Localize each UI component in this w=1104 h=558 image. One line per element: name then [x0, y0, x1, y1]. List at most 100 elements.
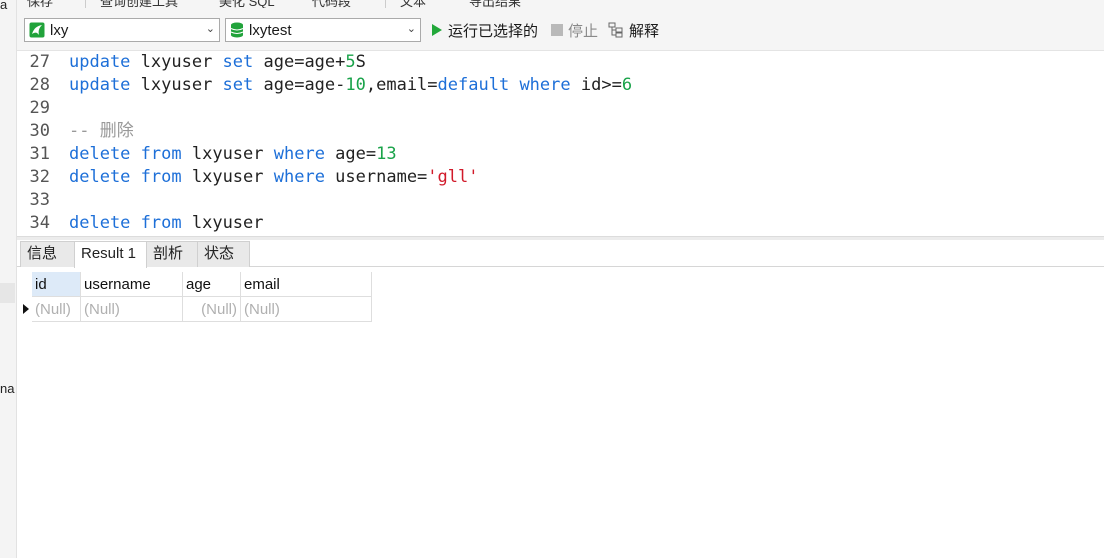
code-token-num: 13 — [376, 144, 397, 164]
line-number: 34 — [29, 213, 50, 233]
sql-editor[interactable]: 27 update lxyuser set age=age+5S 28 update … — [17, 51, 1104, 236]
tree-text-fragment: na — [0, 381, 15, 396]
code-line[interactable]: 32 delete from lxyuser where username='gl… — [17, 166, 479, 189]
code-line[interactable]: 34 delete from lxyuser — [17, 212, 264, 235]
code-token-kw: set — [222, 52, 254, 72]
run-selected-label: 运行已选择的 — [448, 22, 539, 40]
row-pointer-icon — [23, 304, 29, 314]
code-line[interactable]: 31 delete from lxyuser where age=13 — [17, 143, 397, 166]
code-line[interactable]: 30 -- 删除 — [17, 120, 134, 143]
chevron-down-icon: ⌄ — [406, 23, 416, 35]
beautify-sql-button[interactable]: 美化 SQL — [219, 0, 275, 8]
mysql-connection-icon — [29, 22, 45, 38]
current-row-indicator — [19, 297, 32, 322]
toolbar-divider — [85, 0, 86, 8]
code-token-plain: lxyuser — [130, 52, 223, 72]
code-token-plain: lxyuser — [181, 144, 274, 164]
cell-email[interactable]: (Null) — [241, 297, 372, 322]
line-number: 27 — [29, 52, 50, 72]
column-header-username[interactable]: username — [81, 272, 183, 297]
tree-text-fragment: a — [0, 0, 8, 12]
tree-selection-highlight[interactable] — [0, 283, 15, 303]
code-token-num: 10 — [345, 75, 366, 95]
save-button[interactable]: 保存 — [27, 0, 53, 8]
column-header-id[interactable]: id — [32, 272, 81, 297]
cell-username[interactable]: (Null) — [81, 297, 183, 322]
toolbar-divider — [385, 0, 386, 8]
code-token-plain: id>= — [570, 75, 622, 95]
code-token-kw: from — [140, 213, 182, 233]
code-snippet-button[interactable]: 代码段 — [312, 0, 351, 8]
database-select[interactable]: lxytest ⌄ — [225, 18, 421, 42]
query-toolbar: lxy ⌄ lxytest ⌄ 运行已选择的 停止 解释 — [17, 8, 1104, 51]
row-header-corner — [19, 272, 32, 297]
code-token-kw: delete — [69, 167, 131, 187]
code-token-plain: lxyuser — [181, 213, 264, 233]
code-token-plain: age=age+ — [253, 52, 346, 72]
code-token-kw: delete — [69, 213, 131, 233]
line-number: 31 — [29, 144, 50, 164]
code-token-kw: where — [273, 167, 325, 187]
play-icon — [432, 24, 442, 36]
stop-label: 停止 — [568, 22, 599, 40]
code-token-plain: ,email= — [365, 75, 438, 95]
stop-button[interactable]: 停止 — [551, 20, 598, 40]
cell-age[interactable]: (Null) — [183, 297, 241, 322]
tab-profile[interactable]: 剖析 — [146, 241, 198, 267]
navicat-window: a na 保存 查询创建工具 美化 SQL 代码段 文本 导出结果 lxy ⌄ — [0, 0, 1104, 558]
code-token-plain: username= — [324, 167, 428, 187]
cell-id[interactable]: (Null) — [32, 297, 81, 322]
tab-result-1[interactable]: Result 1 — [74, 241, 147, 268]
code-line[interactable]: 29 — [17, 97, 69, 120]
explain-label: 解释 — [629, 22, 660, 40]
code-token-plain: lxyuser — [130, 75, 223, 95]
chevron-down-icon: ⌄ — [205, 23, 215, 35]
export-result-button[interactable]: 导出结果 — [469, 0, 521, 8]
code-token-num: 5 — [345, 52, 356, 72]
column-header-email[interactable]: email — [241, 272, 372, 297]
line-number: 29 — [29, 98, 50, 118]
run-selected-button[interactable]: 运行已选择的 — [431, 20, 538, 40]
code-token-kw: update — [69, 52, 131, 72]
code-token-str: 'gll' — [427, 167, 479, 187]
line-number: 33 — [29, 190, 50, 210]
line-number: 28 — [29, 75, 50, 95]
code-token-cmt: -- 删除 — [69, 121, 134, 141]
text-button[interactable]: 文本 — [400, 0, 426, 8]
line-number: 30 — [29, 121, 50, 141]
code-token-plain: S — [355, 52, 366, 72]
code-token-kw: where — [519, 75, 571, 95]
database-icon — [230, 22, 244, 38]
main-toolbar: 保存 查询创建工具 美化 SQL 代码段 文本 导出结果 — [17, 0, 1104, 8]
code-line[interactable]: 28 update lxyuser set age=age-10,email=de… — [17, 74, 633, 97]
code-token-kw: default — [437, 75, 510, 95]
explain-icon — [608, 22, 623, 38]
connection-value: lxy — [50, 21, 69, 39]
column-header-age[interactable]: age — [183, 272, 241, 297]
code-token-plain: age=age- — [253, 75, 346, 95]
connection-select[interactable]: lxy ⌄ — [24, 18, 220, 42]
code-token-plain: lxyuser — [181, 167, 274, 187]
code-token-kw: update — [69, 75, 131, 95]
code-token-kw: delete — [69, 144, 131, 164]
grid-header-row: id username age email — [19, 272, 372, 297]
code-line[interactable]: 27 update lxyuser set age=age+5S — [17, 51, 366, 74]
result-tab-bar: 信息 Result 1 剖析 状态 — [17, 240, 1104, 268]
database-value: lxytest — [249, 21, 292, 39]
code-token-kw: from — [140, 144, 182, 164]
stop-icon — [551, 24, 563, 36]
table-row[interactable]: (Null) (Null) (Null) (Null) — [19, 297, 372, 322]
explain-button[interactable]: 解释 — [608, 20, 659, 40]
code-line[interactable]: 33 — [17, 189, 69, 212]
code-token-kw: from — [140, 167, 182, 187]
tab-info[interactable]: 信息 — [20, 241, 75, 267]
code-token-num: 6 — [621, 75, 633, 95]
code-token-plain: age= — [324, 144, 377, 164]
line-number: 32 — [29, 167, 50, 187]
tab-status[interactable]: 状态 — [197, 241, 250, 267]
query-builder-button[interactable]: 查询创建工具 — [100, 0, 178, 8]
